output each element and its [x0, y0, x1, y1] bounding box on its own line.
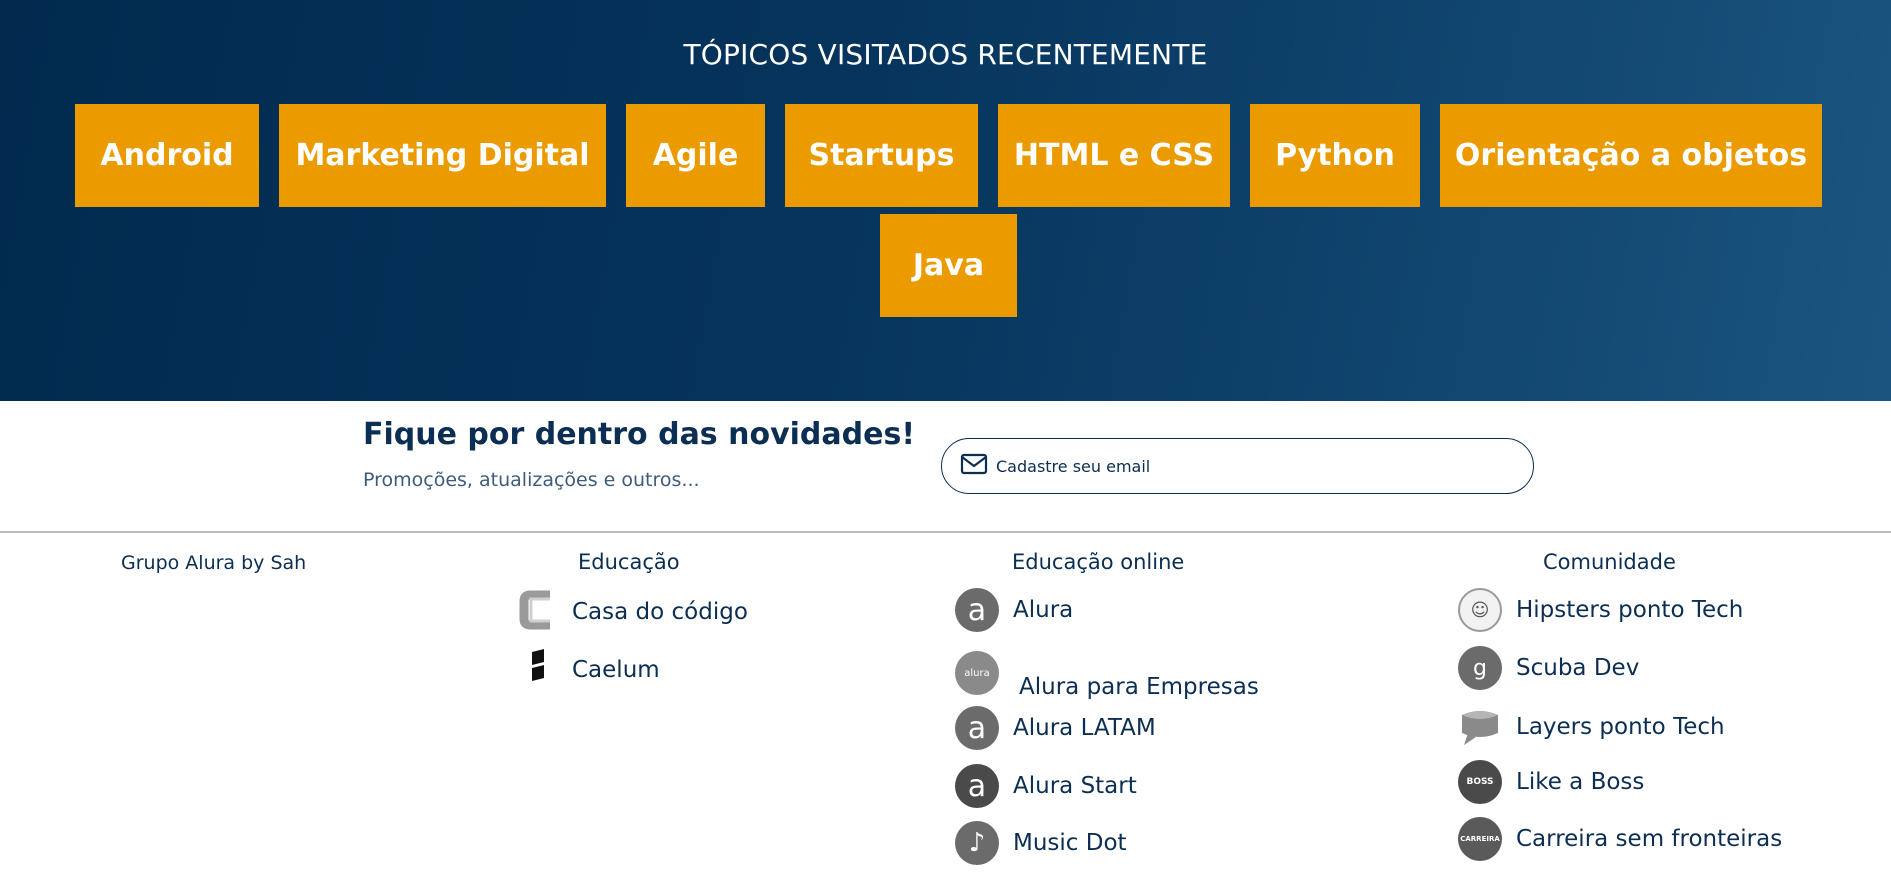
footer-link-label: Casa do código [572, 599, 748, 625]
hipsters-logo-icon: ☺ [1458, 588, 1502, 632]
music-note-icon: ♪ [955, 821, 999, 865]
topic-tag-marketing-digital[interactable]: Marketing Digital [279, 104, 606, 207]
topic-tag-html-css[interactable]: HTML e CSS [998, 104, 1230, 207]
alura-latam-logo-icon: a [955, 706, 999, 750]
footer-link-carreira[interactable]: CARREIRA Carreira sem fronteiras [1458, 817, 1782, 861]
email-input[interactable] [996, 456, 1516, 476]
footer-link-label: Hipsters ponto Tech [1516, 597, 1744, 623]
footer-link-alura-latam[interactable]: a Alura LATAM [955, 706, 1156, 750]
topic-tag-orientacao-objetos[interactable]: Orientação a objetos [1440, 104, 1822, 207]
footer-link-casa-do-codigo[interactable]: Casa do código [518, 588, 748, 636]
like-a-boss-logo-icon: BOSS [1458, 760, 1502, 804]
footer-link-label: Layers ponto Tech [1516, 714, 1725, 740]
alura-empresas-logo-icon: alura [955, 651, 999, 695]
topic-tag-python[interactable]: Python [1250, 104, 1420, 207]
topic-tag-agile[interactable]: Agile [626, 104, 765, 207]
email-field-wrapper[interactable] [941, 438, 1534, 494]
footer-link-label: Alura para Empresas [1019, 674, 1259, 700]
footer-link-alura[interactable]: a Alura [955, 588, 1073, 632]
footer-link-caelum[interactable]: Caelum [518, 646, 660, 694]
topic-tag-android[interactable]: Android [75, 104, 259, 207]
footer-link-like-a-boss[interactable]: BOSS Like a Boss [1458, 760, 1644, 804]
footer-link-layers[interactable]: Layers ponto Tech [1458, 703, 1725, 751]
footer-brand: Grupo Alura by Sah [121, 552, 307, 574]
newsletter-subtitle: Promoções, atualizações e outros... [363, 469, 700, 491]
footer-link-label: Alura [1013, 597, 1074, 623]
carreira-logo-icon: CARREIRA [1458, 817, 1502, 861]
footer-link-music-dot[interactable]: ♪ Music Dot [955, 821, 1127, 865]
newsletter-title: Fique por dentro das novidades! [363, 417, 915, 452]
footer-link-label: Caelum [572, 657, 660, 683]
footer-link-label: Alura LATAM [1013, 715, 1156, 741]
topic-tag-java[interactable]: Java [880, 214, 1017, 317]
footer-link-label: Alura Start [1013, 773, 1137, 799]
alura-logo-icon: a [955, 588, 999, 632]
footer-link-scuba-dev[interactable]: g Scuba Dev [1458, 646, 1639, 690]
footer-heading-comunidade: Comunidade [1543, 550, 1676, 574]
topic-tag-startups[interactable]: Startups [785, 104, 978, 207]
scuba-dev-logo-icon: g [1458, 646, 1502, 690]
alura-start-logo-icon: a [955, 764, 999, 808]
footer-heading-educacao-online: Educação online [1012, 550, 1185, 574]
layers-logo-icon [1458, 703, 1502, 751]
footer-link-alura-empresas[interactable]: alura Alura para Empresas [955, 646, 1259, 700]
mail-icon [960, 453, 988, 479]
recent-topics-section: TÓPICOS VISITADOS RECENTEMENTE Android M… [0, 0, 1891, 401]
footer-link-alura-start[interactable]: a Alura Start [955, 764, 1137, 808]
footer-link-label: Music Dot [1013, 830, 1127, 856]
caelum-logo-icon [518, 646, 558, 694]
footer-link-hipsters[interactable]: ☺ Hipsters ponto Tech [1458, 588, 1743, 632]
footer-link-label: Like a Boss [1516, 769, 1645, 795]
recent-topics-title: TÓPICOS VISITADOS RECENTEMENTE [683, 38, 1208, 71]
footer-divider [0, 531, 1891, 533]
casa-do-codigo-logo-icon [518, 588, 558, 636]
footer-link-label: Carreira sem fronteiras [1516, 826, 1783, 852]
footer-link-label: Scuba Dev [1516, 655, 1640, 681]
footer-heading-educacao: Educação [578, 550, 680, 574]
